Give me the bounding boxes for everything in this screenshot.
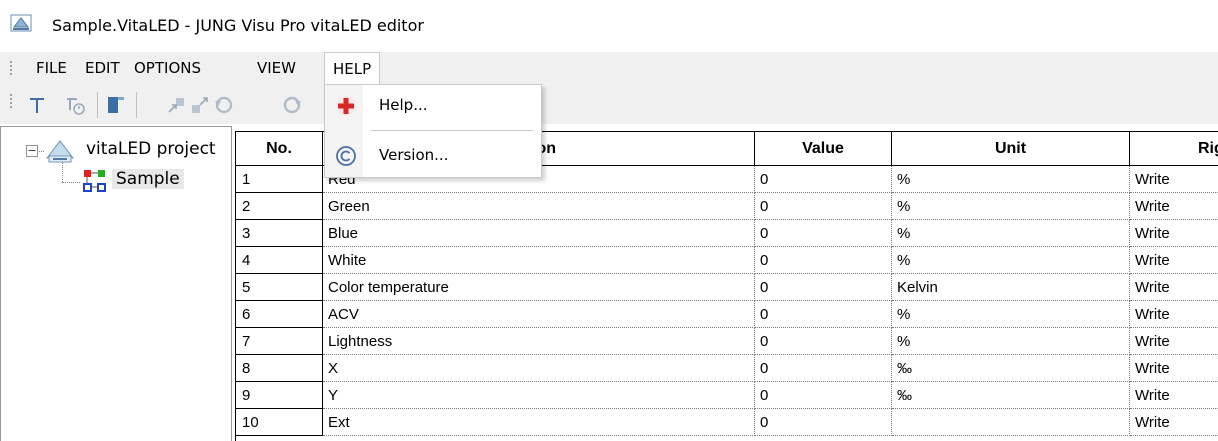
value-cell[interactable]: 0 (755, 166, 892, 193)
toolbar-separator (136, 92, 137, 118)
value-cell[interactable]: 0 (755, 274, 892, 301)
row-number[interactable]: 7 (236, 328, 323, 355)
row-number[interactable]: 8 (236, 355, 323, 382)
import-icon[interactable] (188, 93, 212, 117)
rights-cell[interactable]: Write (1130, 247, 1218, 274)
row-number[interactable]: 2 (236, 193, 323, 220)
menu-view[interactable]: VIEW (249, 52, 304, 84)
menu-file[interactable]: FILE (28, 52, 75, 84)
row-number[interactable]: 3 (236, 220, 323, 247)
rights-cell[interactable]: Write (1130, 328, 1218, 355)
menu-help[interactable]: HELP (324, 52, 381, 84)
network-nodes-icon (83, 170, 106, 192)
table-row[interactable]: 4 White 0% Write (236, 247, 1218, 274)
rights-cell[interactable]: Write (1130, 409, 1218, 436)
menu-item-help[interactable]: Help... (325, 87, 541, 127)
designation-cell[interactable]: Lightness (323, 328, 755, 355)
tree-connector (62, 162, 63, 182)
unit-cell[interactable]: % (892, 166, 1130, 193)
value-cell[interactable]: 0 (755, 328, 892, 355)
designation-cell[interactable]: X (323, 355, 755, 382)
row-number[interactable]: 10 (236, 409, 323, 436)
timer-icon[interactable] (63, 93, 87, 117)
table-row[interactable]: 6 ACV 0% Write (236, 301, 1218, 328)
value-cell[interactable]: 0 (755, 301, 892, 328)
row-number[interactable]: 5 (236, 274, 323, 301)
unit-cell[interactable]: ‰ (892, 355, 1130, 382)
value-cell[interactable]: 0 (755, 355, 892, 382)
toolbar-separator (97, 92, 98, 118)
help-dropdown-menu: Help... Version... (324, 84, 542, 178)
title-bar: Sample.VitaLED - JUNG Visu Pro vitaLED e… (0, 0, 1218, 50)
unit-cell[interactable]: % (892, 193, 1130, 220)
align-top-icon[interactable] (26, 93, 50, 117)
menu-item-version[interactable]: Version... (325, 137, 541, 177)
window-title: Sample.VitaLED - JUNG Visu Pro vitaLED e… (52, 16, 424, 35)
menu-bar: FILE EDIT OPTIONS VIEW HELP (0, 52, 1218, 84)
tree-item-sample[interactable]: Sample (112, 169, 184, 189)
row-number[interactable]: 9 (236, 382, 323, 409)
tree-collapse-icon[interactable]: − (26, 145, 38, 157)
tree-root-label[interactable]: vitaLED project (86, 139, 216, 159)
designation-cell[interactable]: Blue (323, 220, 755, 247)
redo-icon[interactable] (280, 93, 304, 117)
row-number[interactable]: 1 (236, 166, 323, 193)
table-row[interactable]: 3 Blue 0% Write (236, 220, 1218, 247)
column-header-value[interactable]: Value (755, 132, 892, 166)
column-header-rights[interactable]: Rig (1130, 132, 1218, 166)
value-cell[interactable]: 0 (755, 409, 892, 436)
rights-cell[interactable]: Write (1130, 220, 1218, 247)
designation-cell[interactable]: Green (323, 193, 755, 220)
column-header-unit[interactable]: Unit (892, 132, 1130, 166)
designation-cell[interactable]: Y (323, 382, 755, 409)
rights-cell[interactable]: Write (1130, 382, 1218, 409)
rights-cell[interactable]: Write (1130, 274, 1218, 301)
designation-cell[interactable]: Color temperature (323, 274, 755, 301)
tree-connector (62, 182, 80, 183)
red-cross-help-icon (336, 96, 356, 116)
row-number[interactable]: 6 (236, 301, 323, 328)
unit-cell[interactable]: ‰ (892, 382, 1130, 409)
menubar-grip[interactable] (10, 61, 13, 63)
undo-icon[interactable] (212, 93, 236, 117)
unit-cell[interactable]: % (892, 247, 1130, 274)
table-row[interactable]: 5 Color temperature 0 Kelvin Write (236, 274, 1218, 301)
unit-cell[interactable]: % (892, 301, 1130, 328)
copyright-icon (336, 146, 356, 166)
column-header-no[interactable]: No. (236, 132, 323, 166)
export-icon[interactable] (164, 93, 188, 117)
menu-edit[interactable]: EDIT (77, 52, 128, 84)
rights-cell[interactable]: Write (1130, 193, 1218, 220)
table-row[interactable]: 8 X 0 ‰ Write (236, 355, 1218, 382)
row-number[interactable]: 4 (236, 247, 323, 274)
project-icon (45, 140, 75, 163)
value-cell[interactable]: 0 (755, 193, 892, 220)
unit-cell[interactable] (892, 409, 1130, 436)
value-cell[interactable]: 0 (755, 220, 892, 247)
table-row[interactable]: 7 Lightness 0% Write (236, 328, 1218, 355)
designation-cell[interactable]: White (323, 247, 755, 274)
value-cell[interactable]: 0 (755, 247, 892, 274)
table-row[interactable]: 2 Green 0% Write (236, 193, 1218, 220)
unit-cell[interactable]: % (892, 220, 1130, 247)
value-cell[interactable]: 0 (755, 382, 892, 409)
unit-cell[interactable]: % (892, 328, 1130, 355)
table-row[interactable]: 9 Y 0 ‰ Write (236, 382, 1218, 409)
menu-item-version-label: Version... (379, 146, 449, 164)
rights-cell[interactable]: Write (1130, 301, 1218, 328)
designation-cell[interactable]: Ext (323, 409, 755, 436)
unit-cell[interactable]: Kelvin (892, 274, 1130, 301)
rights-cell[interactable]: Write (1130, 166, 1218, 193)
menu-item-help-label: Help... (379, 96, 428, 114)
table-row[interactable]: 10 Ext 0 Write (236, 409, 1218, 436)
designation-cell[interactable]: ACV (323, 301, 755, 328)
menu-options[interactable]: OPTIONS (126, 52, 209, 84)
toolbar-grip[interactable] (10, 94, 13, 96)
vitaled-app-icon (10, 14, 32, 32)
door-icon[interactable] (104, 93, 128, 117)
menu-separator (371, 130, 533, 131)
rights-cell[interactable]: Write (1130, 355, 1218, 382)
